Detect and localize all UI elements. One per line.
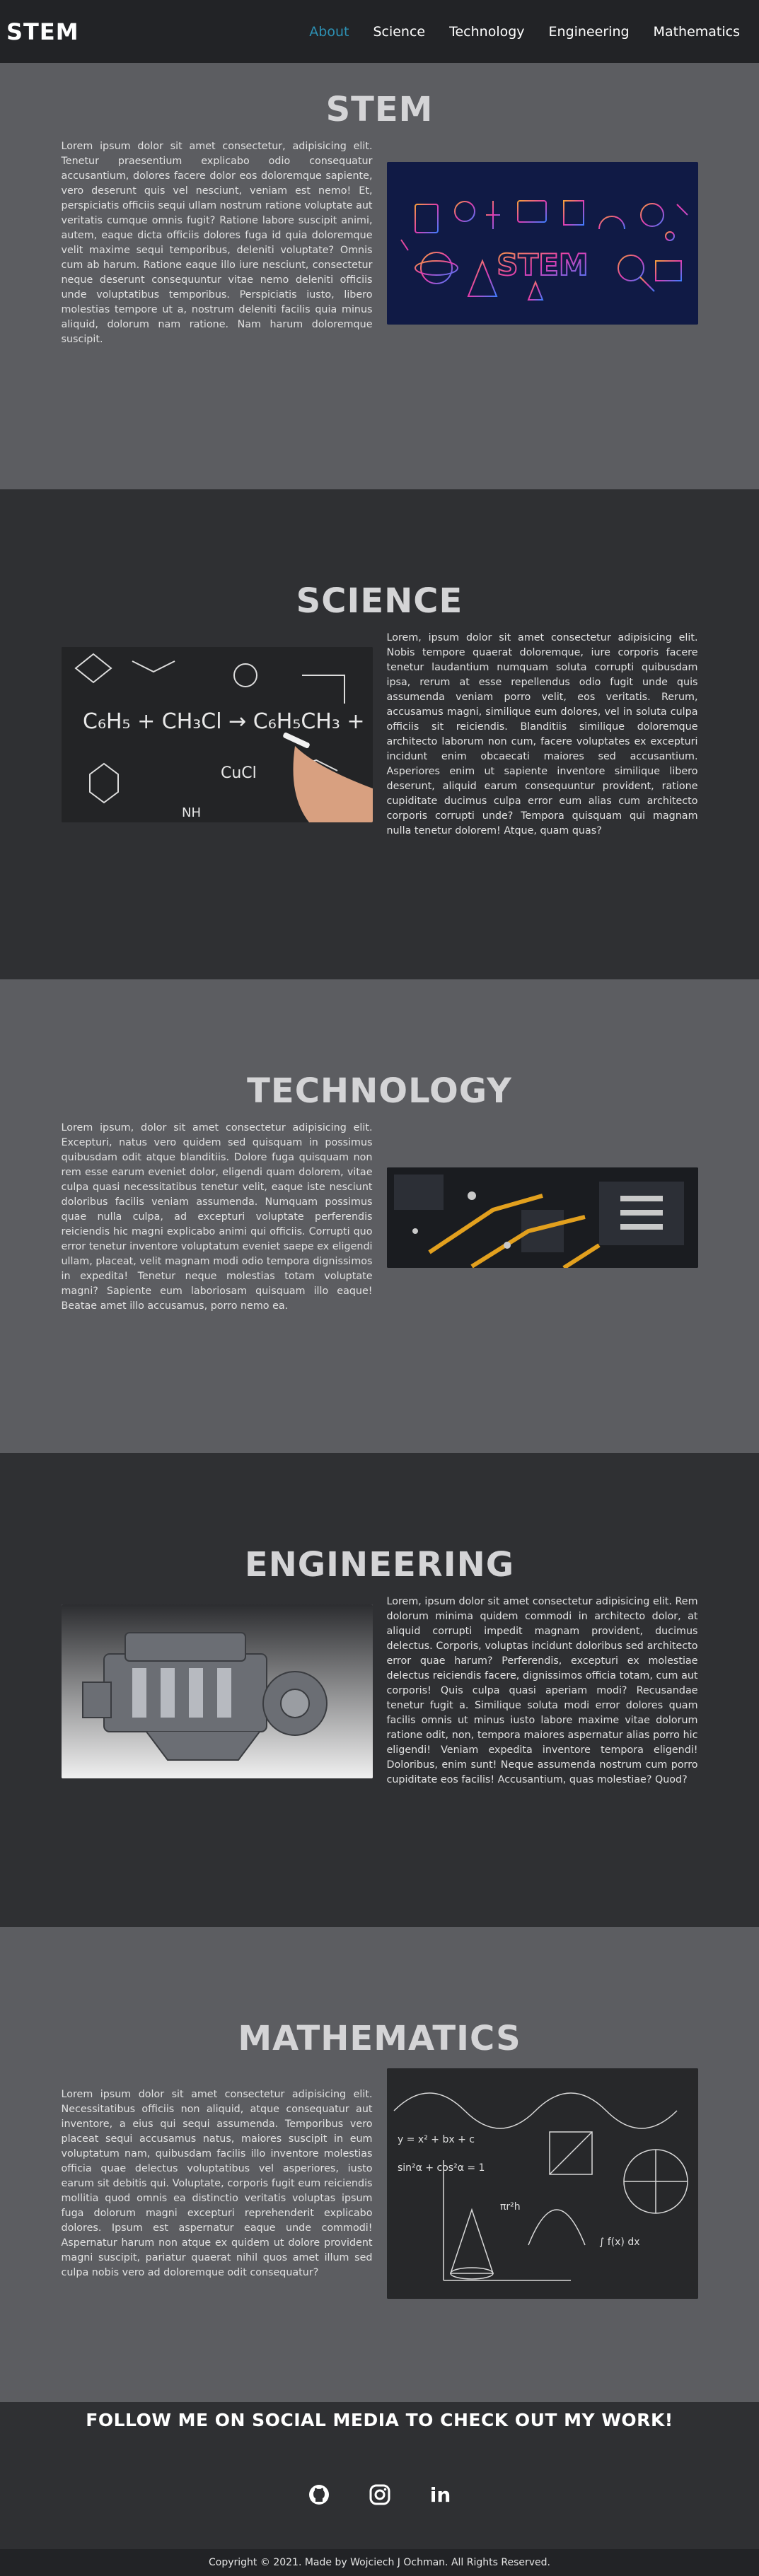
nav-link-science[interactable]: Science	[373, 24, 425, 40]
site-logo[interactable]: STEM	[6, 18, 79, 45]
section-technology: TECHNOLOGY Lorem ipsum, dolor sit amet c…	[0, 979, 759, 1453]
stem-icons-illustration: STEM	[400, 200, 688, 304]
chalk-cucl: CuCl	[221, 764, 257, 782]
github-icon[interactable]	[307, 2483, 331, 2507]
section-title-engineering: ENGINEERING	[244, 1545, 515, 1585]
image-technology	[386, 1167, 698, 1268]
linkedin-icon[interactable]: in	[429, 2483, 453, 2507]
section-row: Lorem ipsum, dolor sit amet consectetur …	[62, 1121, 698, 1314]
math-formula-2: πr²h	[500, 2201, 521, 2213]
section-row: Lorem ipsum dolor sit amet consectetur a…	[62, 2068, 698, 2299]
section-text-mathematics: Lorem ipsum dolor sit amet consectetur a…	[61, 2088, 373, 2278]
nav-links: About Science Technology Engineering Mat…	[309, 24, 759, 40]
section-row: C₆H₅ + CH₃Cl → C₆H₅CH₃ + HCl CuCl NH	[61, 631, 698, 839]
section-text-science: Lorem, ipsum dolor sit amet consectetur …	[386, 632, 698, 837]
footer-heading: FOLLOW ME ON SOCIAL MEDIA TO CHECK OUT M…	[86, 2410, 673, 2430]
nav-link-engineering[interactable]: Engineering	[549, 24, 630, 40]
section-engineering: ENGINEERING Lorem, ipsum dolor sit amet …	[0, 1453, 759, 1927]
section-title-technology: TECHNOLOGY	[247, 1071, 512, 1111]
linkedin-label: in	[429, 2483, 451, 2507]
nav-link-about[interactable]: About	[309, 24, 349, 40]
footer: FOLLOW ME ON SOCIAL MEDIA TO CHECK OUT M…	[0, 2402, 759, 2576]
math-formula-3: ∫ f(x) dx	[599, 2237, 640, 2248]
image-science: C₆H₅ + CH₃Cl → C₆H₅CH₃ + HCl CuCl NH	[61, 647, 373, 822]
engine-illustration	[61, 1604, 373, 1778]
instagram-icon[interactable]	[368, 2483, 392, 2507]
section-text-engineering: Lorem, ipsum dolor sit amet consectetur …	[386, 1596, 698, 1785]
math-formula-4: sin²α + cos²α = 1	[398, 2162, 485, 2174]
math-formula-1: y = x² + bx + c	[398, 2134, 475, 2145]
image-mathematics: y = x² + bx + c πr²h ∫ f(x) dx sin²α + c…	[386, 2068, 698, 2299]
image-stem: STEM	[386, 162, 698, 325]
chalkboard-illustration: C₆H₅ + CH₃Cl → C₆H₅CH₃ + HCl CuCl NH	[61, 647, 373, 822]
copyright: Copyright © 2021. Made by Wojciech J Och…	[0, 2549, 759, 2576]
section-stem: STEM Lorem ipsum dolor sit amet consecte…	[0, 63, 759, 489]
image-engineering	[61, 1604, 373, 1778]
section-mathematics: MATHEMATICS Lorem ipsum dolor sit amet c…	[0, 1927, 759, 2402]
navbar: STEM About Science Technology Engineerin…	[0, 0, 759, 63]
section-text-stem: Lorem ipsum dolor sit amet consectetur, …	[61, 141, 373, 345]
nav-link-mathematics[interactable]: Mathematics	[654, 24, 740, 40]
footer-top: FOLLOW ME ON SOCIAL MEDIA TO CHECK OUT M…	[0, 2402, 759, 2549]
section-title-science: SCIENCE	[296, 581, 463, 621]
section-text-technology: Lorem ipsum, dolor sit amet consectetur …	[61, 1122, 373, 1312]
chalk-nh: NH	[182, 805, 201, 820]
section-title-mathematics: MATHEMATICS	[238, 2019, 521, 2058]
section-row: Lorem, ipsum dolor sit amet consectetur …	[61, 1595, 698, 1788]
stem-image-text: STEM	[497, 247, 588, 282]
nav-link-technology[interactable]: Technology	[449, 24, 524, 40]
math-chalkboard-illustration: y = x² + bx + c πr²h ∫ f(x) dx sin²α + c…	[386, 2068, 698, 2299]
chalk-formula: C₆H₅ + CH₃Cl → C₆H₅CH₃ + HCl	[83, 709, 373, 734]
social-links: in	[0, 2483, 759, 2507]
circuit-board-illustration	[386, 1167, 698, 1268]
section-science: SCIENCE C₆H₅ + CH₃Cl → C₆H₅CH₃ + HCl CuC…	[0, 489, 759, 979]
section-row: Lorem ipsum dolor sit amet consectetur, …	[62, 139, 698, 347]
section-title-stem: STEM	[325, 90, 434, 129]
